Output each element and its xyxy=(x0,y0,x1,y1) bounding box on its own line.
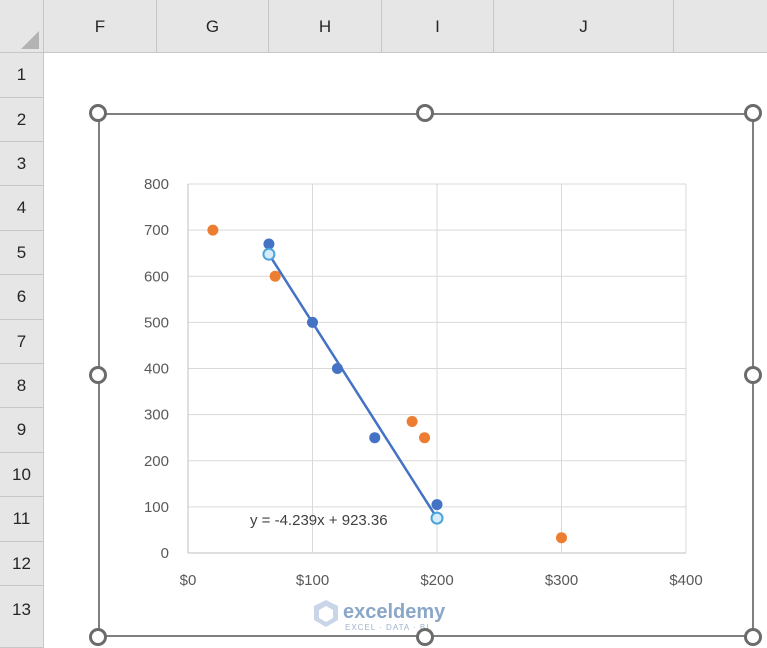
series-1-point[interactable] xyxy=(431,499,443,511)
scatter-chart: 0 100 200 300 400 500 600 700 800 $0 $100 $200 $300 $… xyxy=(144,176,703,632)
series-2-point[interactable] xyxy=(406,416,418,428)
resize-handle-bottom-left[interactable] xyxy=(89,628,107,646)
resize-handle-top-center[interactable] xyxy=(416,104,434,122)
resize-handle-top-right[interactable] xyxy=(744,104,762,122)
resize-handle-middle-right[interactable] xyxy=(744,366,762,384)
series-1-point[interactable] xyxy=(331,363,343,374)
y-tick-label: 700 xyxy=(144,222,169,239)
trendline-equation-label[interactable]: y = -4.239x + 923.36 xyxy=(250,512,388,529)
y-tick-label: 100 xyxy=(144,499,169,516)
trendline-endpoint-handle[interactable] xyxy=(430,511,444,525)
series-1-point[interactable] xyxy=(307,316,318,328)
watermark-tagline: EXCEL · DATA · BI xyxy=(345,623,429,632)
y-tick-label: 500 xyxy=(144,314,169,331)
y-tick-label: 400 xyxy=(144,361,169,378)
trendline[interactable] xyxy=(267,253,439,519)
x-tick-label: $0 xyxy=(180,572,197,589)
resize-handle-bottom-right[interactable] xyxy=(744,628,762,646)
x-tick-label: $400 xyxy=(669,572,702,589)
watermark-name: exceldemy xyxy=(343,601,446,623)
resize-handle-top-left[interactable] xyxy=(89,104,107,122)
series-2-point[interactable] xyxy=(419,432,431,444)
y-tick-label: 300 xyxy=(144,407,169,424)
series-2-point[interactable] xyxy=(556,532,567,544)
y-tick-label: 800 xyxy=(144,176,169,193)
resize-handle-bottom-center[interactable] xyxy=(416,628,434,646)
y-tick-label: 0 xyxy=(161,545,169,562)
trendline-endpoint-handle[interactable] xyxy=(262,247,276,261)
x-tick-label: $100 xyxy=(296,572,329,589)
series-1-point[interactable] xyxy=(369,432,381,444)
y-tick-label: 200 xyxy=(144,453,169,470)
resize-handle-middle-left[interactable] xyxy=(89,366,107,384)
series-2-point[interactable] xyxy=(207,224,219,236)
x-tick-label: $300 xyxy=(545,572,578,589)
x-tick-label: $200 xyxy=(420,572,453,589)
series-2-point[interactable] xyxy=(269,270,281,282)
y-tick-label: 600 xyxy=(144,268,169,285)
